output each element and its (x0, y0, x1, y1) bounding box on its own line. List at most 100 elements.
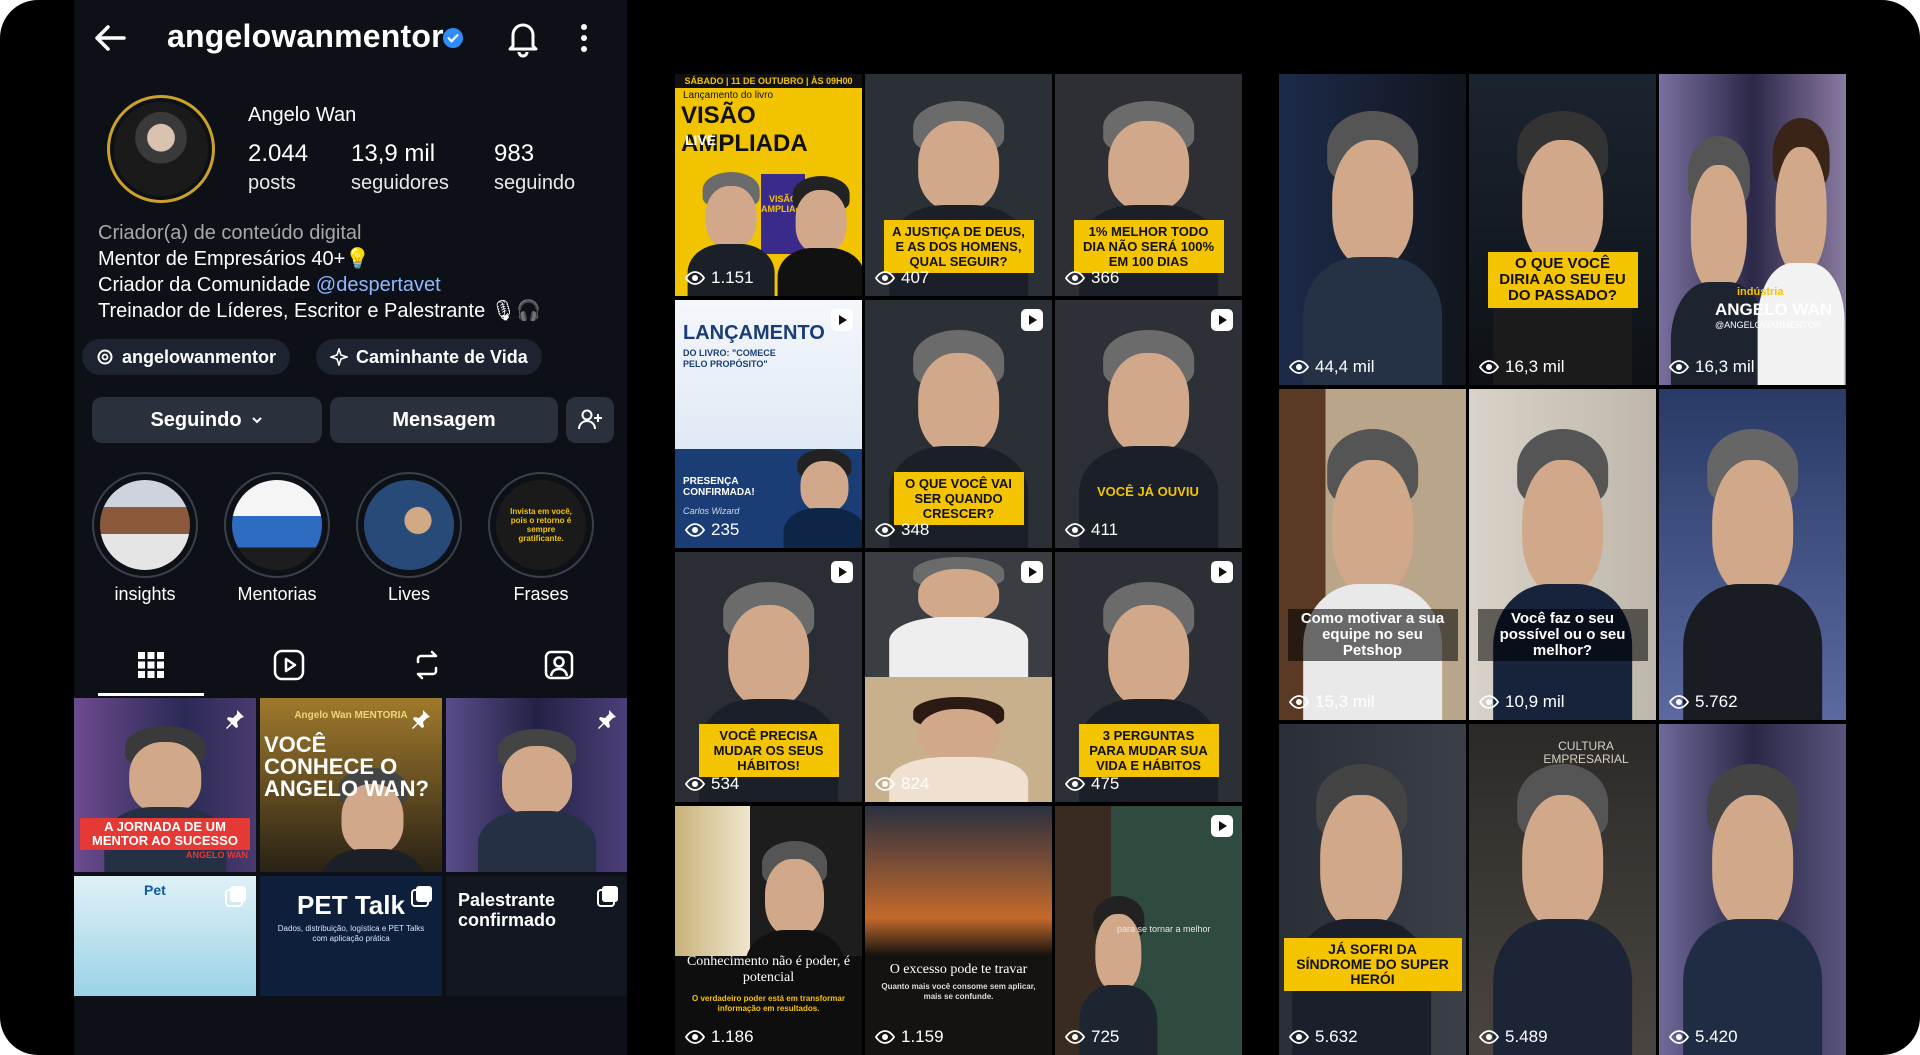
reel-tile[interactable]: A JUSTIÇA DE DEUS, E AS DOS HOMENS, QUAL… (865, 74, 1052, 296)
view-count-text: 366 (1091, 268, 1120, 287)
chevron-down-icon (251, 417, 262, 424)
stat-following[interactable]: 983 seguindo (494, 140, 575, 195)
view-count: 44,4 mil (1289, 357, 1375, 377)
highlight-lives[interactable]: Lives (356, 472, 462, 605)
reel-tile[interactable]: O QUE VOCÊ DIRIA AO SEU EU DO PASSADO? 1… (1469, 74, 1656, 385)
reel-tile[interactable]: 1% MELHOR TODO DIA NÃO SERÁ 100% EM 100 … (1055, 74, 1242, 296)
post-tile[interactable]: Pet (74, 876, 256, 996)
view-count-text: 824 (901, 774, 930, 793)
tagged-icon (544, 650, 574, 680)
grid-icon (138, 652, 164, 678)
eye-icon (1065, 271, 1085, 285)
multi-post-icon (225, 886, 246, 907)
community-chip[interactable]: Caminhante de Vida (316, 339, 542, 375)
post-tile[interactable]: Angelo Wan MENTORIA VOCÊ CONHECE O ANGEL… (260, 698, 442, 872)
reel-tile[interactable]: Conhecimento não é poder, é potencial O … (675, 806, 862, 1055)
pin-icon (226, 710, 244, 729)
highlight-mentorias[interactable]: Mentorias (224, 472, 330, 605)
bio-line-1: Mentor de Empresários 40+💡 (98, 248, 371, 270)
reel-tile[interactable]: 3 PERGUNTAS PARA MUDAR SUA VIDA E HÁBITO… (1055, 552, 1242, 802)
tab-tagged[interactable] (490, 635, 627, 695)
eye-icon (1065, 523, 1085, 537)
view-count: 16,3 mil (1479, 357, 1565, 377)
threads-chip-label: angelowanmentor (122, 346, 277, 367)
view-count: 10,9 mil (1479, 692, 1565, 712)
reel-tile[interactable]: O QUE VOCÊ VAI SER QUANDO CRESCER? 348 (865, 300, 1052, 548)
highlight-frases[interactable]: Invista em você, pois o retorno é sempre… (488, 472, 594, 605)
eye-icon (1065, 1030, 1085, 1044)
view-count-text: 475 (1091, 774, 1120, 793)
highlight-frases-label: Frases (513, 584, 569, 604)
eye-icon (1669, 695, 1689, 709)
reel-tile[interactable]: 5.762 (1659, 389, 1846, 720)
reel-caption: JÁ SOFRI DA SÍNDROME DO SUPER HERÓI (1283, 938, 1462, 991)
reel-play-icon (1211, 309, 1233, 331)
stat-followers[interactable]: 13,9 mil seguidores (351, 140, 449, 195)
reel-title: VISÃO AMPLIADA (681, 102, 808, 157)
threads-chip[interactable]: angelowanmentor (82, 339, 291, 375)
view-count: 475 (1065, 774, 1119, 794)
tab-reels[interactable] (220, 635, 358, 695)
profile-avatar[interactable] (107, 95, 215, 203)
reel-tile[interactable]: Você faz o seu possível ou o seu melhor?… (1469, 389, 1656, 720)
view-count-text: 235 (711, 520, 740, 539)
eye-icon (1289, 360, 1309, 374)
tab-grid[interactable] (82, 635, 220, 695)
reel-tile[interactable]: SÁBADO | 11 DE OUTUBRO | ÀS 09H00 Lançam… (675, 74, 862, 296)
bio-mention-link[interactable]: @despertavet (316, 274, 441, 296)
post-tile[interactable]: Palestrante confirmado (446, 876, 627, 996)
reel-tile[interactable]: LANÇAMENTO DO LIVRO: "COMECE PELO PROPÓS… (675, 300, 862, 548)
reel-guest: Carlos Wizard (683, 506, 740, 516)
eye-icon (875, 777, 895, 791)
eye-icon (1479, 1030, 1499, 1044)
eye-icon (1669, 1030, 1689, 1044)
reel-tile[interactable]: O excesso pode te travar Quanto mais voc… (865, 806, 1052, 1055)
profile-tabs (74, 635, 627, 696)
back-arrow-icon[interactable] (90, 18, 130, 58)
following-button[interactable]: Seguindo (92, 397, 322, 443)
reel-tile[interactable]: 824 (865, 552, 1052, 802)
following-button-label: Seguindo (150, 408, 242, 431)
highlight-insights[interactable]: insights (92, 472, 198, 605)
reel-caption: VOCÊ JÁ OUVIU (1097, 484, 1199, 499)
reel-tile[interactable]: JÁ SOFRI DA SÍNDROME DO SUPER HERÓI 5.63… (1279, 724, 1466, 1055)
view-count: 1.151 (685, 268, 754, 288)
stat-posts[interactable]: 2.044 posts (248, 140, 308, 195)
reel-tag: indústria (1737, 286, 1784, 298)
reel-tile[interactable]: para se tornar a melhor 725 (1055, 806, 1242, 1055)
reel-play-icon (1021, 561, 1043, 583)
message-button[interactable]: Mensagem (330, 397, 558, 443)
stat-followers-count: 13,9 mil (351, 140, 436, 167)
reel-caption: ANGELO WAN (1715, 300, 1833, 319)
reel-tile[interactable]: indústria ANGELO WAN @ANGELOWANMENTOR 16… (1659, 74, 1846, 385)
reel-tile[interactable]: VOCÊ JÁ OUVIU 411 (1055, 300, 1242, 548)
reel-caption: A JUSTIÇA DE DEUS, E AS DOS HOMENS, QUAL… (883, 220, 1034, 273)
reel-tile[interactable]: CULTURA EMPRESARIAL 5.489 (1469, 724, 1656, 1055)
view-count: 15,3 mil (1289, 692, 1375, 712)
reel-caption: 3 PERGUNTAS PARA MUDAR SUA VIDA E HÁBITO… (1078, 724, 1219, 777)
profile-bio: Criador(a) de conteúdo digital Mentor de… (98, 220, 618, 324)
reel-play-icon (1021, 309, 1043, 331)
highlight-mentorias-label: Mentorias (237, 584, 317, 604)
view-count-text: 348 (901, 520, 930, 539)
view-count-text: 5.489 (1505, 1027, 1548, 1046)
more-options-icon[interactable] (574, 20, 594, 56)
reel-caption: O QUE VOCÊ VAI SER QUANDO CRESCER? (893, 472, 1024, 525)
highlight-lives-label: Lives (387, 584, 431, 604)
stat-posts-label: posts (248, 172, 296, 194)
reel-tile[interactable]: Como motivar a sua equipe no seu Petshop… (1279, 389, 1466, 720)
add-friend-button[interactable] (566, 397, 614, 443)
notification-bell-icon[interactable] (504, 18, 542, 58)
post-tile[interactable] (446, 698, 627, 872)
post-tile[interactable]: PET Talk Dados, distribuição, logística … (260, 876, 442, 996)
verified-badge-icon (443, 28, 463, 48)
tab-reposts[interactable] (358, 635, 496, 695)
reel-caption: O excesso pode te travar (889, 962, 1028, 977)
reel-tile[interactable]: 44,4 mil (1279, 74, 1466, 385)
reel-tile[interactable]: 5.420 (1659, 724, 1846, 1055)
reel-tile[interactable]: VOCÊ PRECISA MUDAR OS SEUS HÁBITOS! 534 (675, 552, 862, 802)
post-tile[interactable]: A JORNADA DE UM MENTOR AO SUCESSO ANGELO… (74, 698, 256, 872)
reel-caption: Conhecimento não é poder, é potencial (686, 954, 851, 985)
post-caption: Pet (144, 882, 166, 898)
reel-badge-text: PRESENÇA CONFIRMADA! (683, 476, 755, 498)
